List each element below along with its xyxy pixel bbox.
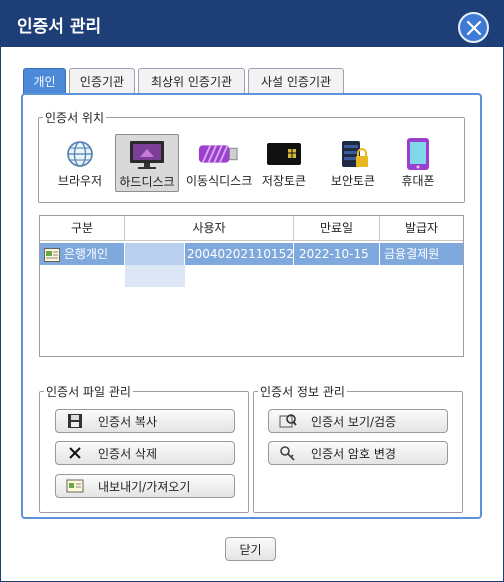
location-storage-token[interactable]: 저장토큰 xyxy=(252,134,316,192)
column-header-type[interactable]: 구분 xyxy=(40,216,125,241)
tab-label: 개인 xyxy=(33,75,56,89)
info-management-legend: 인증서 정보 관리 xyxy=(260,385,345,399)
button-label: 닫기 xyxy=(239,542,262,557)
location-security-token[interactable]: 보안토큰 xyxy=(321,134,385,192)
window-title: 인증서 관리 xyxy=(17,17,102,37)
table-header: 구분 사용자 만료일 발급자 xyxy=(40,216,463,241)
column-header-user[interactable]: 사용자 xyxy=(125,216,294,241)
export-import-button[interactable]: 내보내기/가져오기 xyxy=(55,474,235,498)
change-password-button[interactable]: 인증서 암호 변경 xyxy=(268,441,448,465)
phone-icon xyxy=(407,138,429,170)
cell-user-masked xyxy=(125,243,185,265)
tab-root-ca[interactable]: 최상위 인증기관 xyxy=(138,68,245,93)
location-label: 이동식디스크 xyxy=(186,174,253,188)
view-certificate-icon xyxy=(279,414,297,428)
certificate-icon xyxy=(44,247,60,262)
location-label: 보안토큰 xyxy=(330,174,376,188)
button-label: 인증서 암호 변경 xyxy=(311,446,396,461)
close-icon xyxy=(466,20,481,35)
delete-x-icon xyxy=(69,447,81,459)
title-bar: 인증서 관리 xyxy=(1,1,503,47)
certificate-manager-dialog: 인증서 관리 개인 인증기관 최상위 인증기관 사설 인증기관 인증서 위치 브… xyxy=(0,0,504,582)
location-label: 브라우저 xyxy=(57,174,103,188)
save-icon xyxy=(68,414,82,428)
view-verify-certificate-button[interactable]: 인증서 보기/검증 xyxy=(268,409,448,433)
export-import-icon xyxy=(66,479,84,493)
delete-certificate-button[interactable]: 인증서 삭제 xyxy=(55,441,235,465)
tab-ca[interactable]: 인증기관 xyxy=(69,68,135,93)
button-label: 인증서 보기/검증 xyxy=(311,414,397,429)
button-label: 인증서 삭제 xyxy=(98,446,158,461)
location-harddisk[interactable]: 하드디스크 xyxy=(115,134,179,192)
table-row[interactable]: 은행개인 20040202110152... 2022-10-15 금융결제원 xyxy=(40,243,463,265)
tab-label: 최상위 인증기관 xyxy=(150,74,233,89)
location-label: 하드디스크 xyxy=(119,175,175,189)
cell-type: 은행개인 xyxy=(40,243,125,265)
file-management-legend: 인증서 파일 관리 xyxy=(46,385,131,399)
copy-certificate-button[interactable]: 인증서 복사 xyxy=(55,409,235,433)
globe-icon xyxy=(67,141,93,167)
button-label: 인증서 복사 xyxy=(98,414,158,429)
location-label: 저장토큰 xyxy=(261,174,307,188)
cell-serial: 20040202110152... xyxy=(185,243,294,265)
location-browser[interactable]: 브라우저 xyxy=(48,134,112,192)
location-removable-disk[interactable]: 이동식디스크 xyxy=(186,134,253,192)
secure-token-icon xyxy=(342,141,368,167)
close-button[interactable]: 닫기 xyxy=(225,537,276,561)
key-icon xyxy=(280,446,295,461)
certificate-table: 구분 사용자 만료일 발급자 은행개인 20040202110152... 20… xyxy=(39,215,464,357)
masked-region xyxy=(125,265,185,287)
tab-label: 사설 인증기관 xyxy=(260,74,332,89)
cell-expiry: 2022-10-15 xyxy=(294,243,380,265)
close-window-button[interactable] xyxy=(458,12,489,43)
column-header-expiry[interactable]: 만료일 xyxy=(294,216,380,241)
column-header-issuer[interactable]: 발급자 xyxy=(380,216,463,241)
location-legend: 인증서 위치 xyxy=(45,111,105,125)
cell-issuer: 금융결제원 xyxy=(384,247,440,261)
cert-type-label: 은행개인 xyxy=(63,247,108,261)
monitor-icon xyxy=(130,141,164,169)
button-label: 내보내기/가져오기 xyxy=(98,479,191,494)
tab-personal[interactable]: 개인 xyxy=(23,68,66,94)
location-mobile-phone[interactable]: 휴대폰 xyxy=(386,134,450,192)
tab-private-ca[interactable]: 사설 인증기관 xyxy=(248,68,344,93)
location-label: 휴대폰 xyxy=(401,174,435,188)
token-icon xyxy=(267,143,301,165)
usb-drive-icon xyxy=(198,145,238,163)
tab-label: 인증기관 xyxy=(79,74,125,89)
